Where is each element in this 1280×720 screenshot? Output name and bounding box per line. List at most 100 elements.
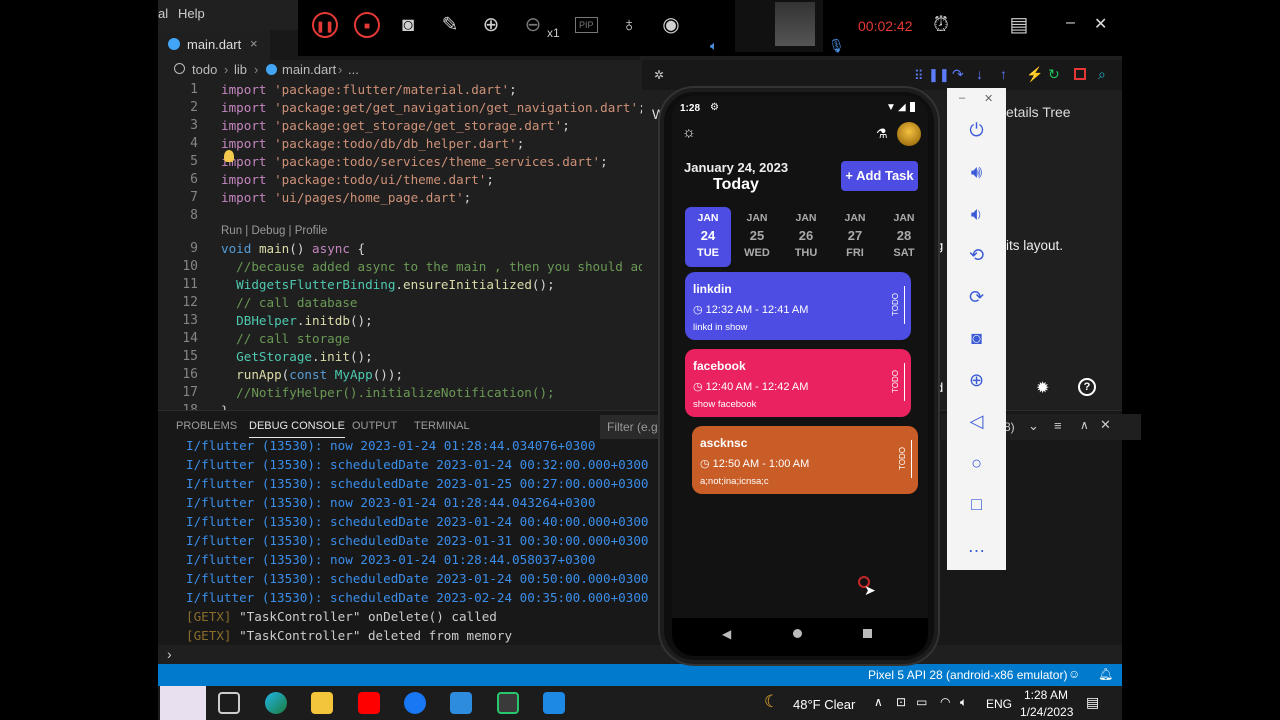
code-line[interactable]: }: [221, 403, 229, 410]
date-item[interactable]: JAN 26 THU: [783, 207, 829, 267]
code-line[interactable]: DBHelper.initdb();: [221, 313, 373, 328]
back-icon[interactable]: ◀: [722, 627, 731, 641]
bug-icon[interactable]: ✹: [1036, 378, 1049, 398]
inspect-icon[interactable]: ⌕: [1098, 66, 1106, 83]
volume-down-icon[interactable]: 🔉︎: [947, 204, 1006, 225]
pause-icon[interactable]: ❚❚: [928, 67, 950, 83]
stop-recording-icon[interactable]: ■: [354, 12, 380, 38]
device-status[interactable]: Pixel 5 API 28 (android-x86 emulator): [868, 668, 1067, 682]
restart-icon[interactable]: ↻: [1048, 66, 1060, 83]
screenshot-icon[interactable]: ◙: [947, 328, 1006, 349]
chevron-up-icon[interactable]: ∧: [874, 695, 883, 709]
power-icon[interactable]: ⏻: [947, 120, 1006, 141]
code-line[interactable]: import 'package:todo/services/theme_serv…: [221, 154, 608, 169]
minimize-icon[interactable]: –: [959, 92, 965, 104]
date-item[interactable]: JAN 24 TUE: [685, 207, 731, 267]
wifi-icon[interactable]: ◠: [940, 695, 950, 709]
vscode-icon[interactable]: [450, 692, 472, 714]
help-icon[interactable]: ?: [1078, 378, 1096, 396]
chevron-up-icon[interactable]: ∧: [1080, 418, 1089, 432]
task-card[interactable]: ascknsc ◷ 12:50 AM - 1:00 AM a;not;ina;icn…: [692, 426, 918, 494]
edge-icon[interactable]: [265, 692, 287, 714]
notification-icon[interactable]: ▤: [1086, 694, 1099, 711]
clock-time[interactable]: 1:28 AM: [1024, 688, 1068, 702]
theme-toggle-icon[interactable]: ☼: [682, 124, 696, 141]
code-editor[interactable]: 1 import 'package:flutter/material.dart';…: [158, 80, 642, 410]
breadcrumb-file[interactable]: main.dart: [282, 62, 336, 77]
task-card[interactable]: linkdin ◷ 12:32 AM - 12:41 AM linkd in sho…: [685, 272, 911, 340]
recorder-app-icon[interactable]: [543, 692, 565, 714]
file-explorer-icon[interactable]: [311, 692, 333, 714]
pen-icon[interactable]: ✎: [437, 12, 463, 38]
menu-item-file[interactable]: al: [158, 6, 168, 21]
details-tree-tab[interactable]: etails Tree: [1006, 104, 1071, 120]
code-line[interactable]: // call storage: [221, 331, 350, 346]
tab-debug-console[interactable]: DEBUG CONSOLE: [249, 420, 345, 438]
rotate-left-icon[interactable]: ⟲: [947, 245, 1006, 266]
tab-problems[interactable]: PROBLEMS: [176, 420, 237, 432]
date-item[interactable]: JAN 28 SAT: [881, 207, 927, 267]
tab-terminal[interactable]: TERMINAL: [414, 420, 470, 432]
account-icon[interactable]: ☺: [1068, 667, 1080, 681]
usb-icon[interactable]: ⊡: [896, 695, 906, 709]
code-line[interactable]: void main() async {: [221, 241, 365, 256]
code-line[interactable]: WidgetsFlutterBinding.ensureInitialized(…: [221, 277, 554, 292]
menu-item-help[interactable]: Help: [178, 6, 205, 21]
filter-input[interactable]: Filter (e.g.: [600, 415, 658, 439]
step-over-icon[interactable]: ↷: [952, 66, 964, 83]
step-out-icon[interactable]: ↑: [1000, 66, 1007, 82]
select-widget-icon[interactable]: ✲: [654, 68, 664, 82]
language-indicator[interactable]: ENG: [986, 697, 1012, 711]
date-item[interactable]: JAN 27 FRI: [832, 207, 878, 267]
task-card[interactable]: facebook ◷ 12:40 AM - 12:42 AM show facebo…: [685, 349, 911, 417]
drag-handle-icon[interactable]: ⠿: [914, 68, 924, 84]
code-line[interactable]: import 'package:flutter/material.dart';: [221, 82, 517, 97]
code-line[interactable]: import 'package:todo/ui/theme.dart';: [221, 172, 494, 187]
breadcrumb-todo[interactable]: todo: [192, 62, 217, 77]
codelens[interactable]: Run | Debug | Profile: [221, 225, 327, 237]
home-icon[interactable]: ○: [947, 453, 1006, 474]
speaker-icon[interactable]: 🔈︎: [710, 38, 718, 54]
add-task-button[interactable]: + Add Task: [841, 161, 918, 191]
breadcrumb-lib[interactable]: lib: [234, 62, 247, 77]
code-line[interactable]: import 'ui/pages/home_page.dart';: [221, 190, 471, 205]
start-thumbnail[interactable]: [160, 686, 206, 720]
code-line[interactable]: GetStorage.init();: [221, 349, 373, 364]
speaker-icon[interactable]: 🔈︎: [960, 695, 967, 710]
breadcrumb-more[interactable]: ...: [348, 62, 359, 77]
more-icon[interactable]: …: [947, 536, 1006, 557]
close-panel-icon[interactable]: ✕: [1100, 417, 1111, 433]
weather-text[interactable]: 48°F Clear: [793, 697, 855, 712]
camera-icon[interactable]: ◙: [395, 12, 421, 38]
battery-icon[interactable]: ▭: [916, 695, 927, 709]
youtube-icon[interactable]: [358, 692, 380, 714]
code-line[interactable]: import 'package:get_storage/get_storage.…: [221, 118, 570, 133]
avatar[interactable]: [897, 122, 921, 146]
step-into-icon[interactable]: ↓: [976, 66, 983, 82]
code-line[interactable]: import 'package:todo/db/db_helper.dart';: [221, 136, 524, 151]
pause-recording-icon[interactable]: ❚❚: [312, 12, 338, 38]
lightbulb-icon[interactable]: [224, 150, 234, 162]
code-line[interactable]: import 'package:get/get_navigation/get_n…: [221, 100, 642, 115]
tab-main-dart[interactable]: main.dart ×: [158, 30, 270, 60]
facebook-icon[interactable]: [404, 692, 426, 714]
code-line[interactable]: // call database: [221, 295, 357, 310]
word-wrap-icon[interactable]: ≡: [1054, 418, 1062, 433]
back-icon[interactable]: ◁: [947, 411, 1006, 432]
task-view-icon[interactable]: [218, 692, 240, 714]
date-item[interactable]: JAN 25 WED: [734, 207, 780, 267]
app-icon[interactable]: [497, 692, 519, 714]
close-icon[interactable]: ×: [250, 36, 258, 51]
zoom-out-icon[interactable]: ⊖: [520, 12, 546, 38]
pip-button[interactable]: PIP: [575, 17, 598, 33]
console-prompt-icon[interactable]: ›: [167, 646, 172, 662]
code-line[interactable]: //because added async to the main , then…: [221, 259, 642, 274]
home-icon[interactable]: [793, 629, 802, 638]
cleaning-icon[interactable]: ⚗: [876, 126, 888, 142]
zoom-in-icon[interactable]: ⊕: [478, 12, 504, 38]
settings-icon[interactable]: ▤: [1006, 12, 1032, 38]
close-icon[interactable]: ✕: [984, 92, 993, 105]
recents-icon[interactable]: [863, 629, 872, 638]
code-line[interactable]: //NotifyHelper().initializeNotification(…: [221, 385, 554, 400]
clock-date[interactable]: 1/24/2023: [1020, 705, 1073, 719]
